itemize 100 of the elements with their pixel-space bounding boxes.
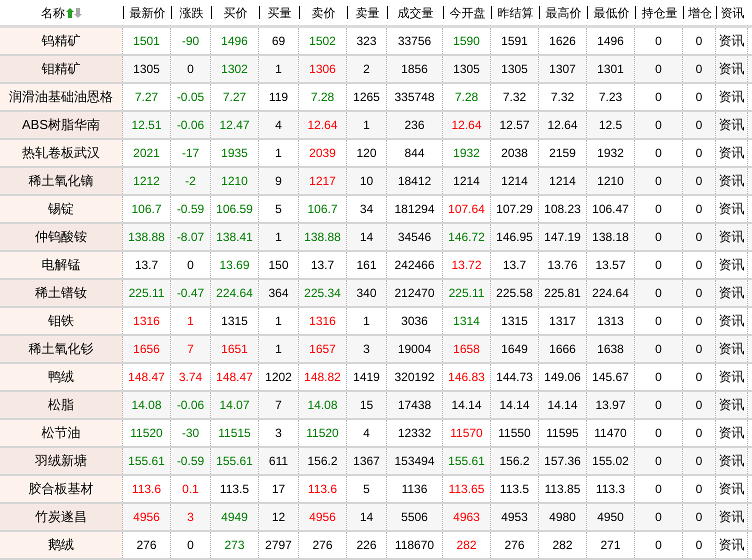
table-cell-text: 0 [696, 369, 702, 386]
table-cell-text: 226 [356, 537, 377, 554]
table-cell-text: 14.08 [307, 397, 338, 414]
table-cell-text: 1496 [597, 33, 624, 50]
news-link[interactable]: 资讯 [718, 171, 744, 191]
table-cell-text: 1214 [453, 173, 480, 190]
table-cell-text: 106.47 [592, 201, 629, 218]
table-cell-text: 0 [187, 61, 194, 78]
sort-arrows-icon[interactable] [66, 6, 82, 18]
column-header[interactable]: 最新价 [130, 6, 166, 18]
table-cell-text: 4956 [133, 509, 160, 526]
news-link[interactable]: 资讯 [718, 59, 744, 79]
table-cell-text: 1932 [453, 145, 480, 162]
column-header[interactable]: 卖量 [356, 6, 380, 18]
table-cell-text: 11515 [218, 425, 251, 442]
column-header[interactable]: 最高价 [546, 6, 582, 18]
table-cell-text: 119 [268, 89, 288, 106]
column-header[interactable]: 买量 [268, 6, 292, 18]
news-link[interactable]: 资讯 [718, 507, 744, 527]
table-cell-text: 3036 [401, 313, 428, 330]
news-link[interactable]: 资讯 [718, 255, 744, 275]
table-cell-text: 144.73 [496, 369, 533, 386]
table-cell-text: -0.06 [176, 117, 204, 134]
table-cell-text: 13.72 [451, 257, 482, 274]
news-link[interactable]: 资讯 [718, 199, 744, 219]
table-cell-text: 0 [655, 369, 662, 386]
news-link[interactable]: 资讯 [718, 339, 744, 359]
news-link[interactable]: 资讯 [718, 31, 744, 51]
table-cell-text: 11570 [450, 425, 483, 442]
table-cell-text: 11520 [130, 425, 163, 442]
column-header[interactable]: 最低价 [594, 6, 630, 18]
table-cell-text: 1316 [309, 313, 336, 330]
table-cell-text: 0 [187, 537, 194, 554]
table-cell-text: 10 [360, 173, 374, 190]
table-cell-text: -8.07 [176, 229, 204, 246]
table-cell-text: 0 [696, 145, 702, 162]
news-link[interactable]: 资讯 [718, 283, 744, 303]
table-cell-text: 0.1 [182, 481, 199, 498]
table-cell-text: 157.36 [544, 453, 581, 470]
news-link[interactable]: 资讯 [718, 87, 744, 107]
table-cell-text: 7.27 [134, 89, 158, 106]
column-header[interactable]: 今开盘 [450, 6, 486, 18]
table-cell-text: 1306 [309, 61, 336, 78]
news-link[interactable]: 资讯 [718, 311, 744, 331]
table-cell-text: -0.59 [176, 201, 204, 218]
table-cell-text: -90 [182, 33, 200, 50]
table-cell-text: 0 [655, 173, 662, 190]
table-cell-text: 0 [655, 313, 662, 330]
news-link[interactable]: 资讯 [718, 367, 744, 387]
table-cell-text: 0 [696, 61, 702, 78]
column-header[interactable]: 卖价 [312, 6, 336, 18]
table-cell-text: 14 [360, 229, 374, 246]
news-link[interactable]: 资讯 [718, 451, 744, 471]
column-header[interactable]: 持仓量 [642, 6, 678, 18]
news-link[interactable]: 资讯 [718, 227, 744, 247]
table-cell-text: 113.6 [308, 481, 338, 498]
table-cell-text: 161 [356, 257, 377, 274]
table-cell-text: 2797 [265, 537, 292, 554]
news-link[interactable]: 资讯 [718, 395, 744, 415]
news-link[interactable]: 资讯 [718, 479, 744, 499]
table-cell-text: 320192 [394, 369, 435, 386]
column-header[interactable]: 成交量 [398, 6, 434, 18]
table-cell-text: 340 [356, 285, 377, 302]
commodity-name: 仲钨酸铵 [35, 228, 87, 246]
news-link[interactable]: 资讯 [718, 143, 744, 163]
table-cell-text: 1367 [353, 453, 380, 470]
table-cell-text: 0 [655, 117, 662, 134]
table-cell-text: 4956 [309, 509, 336, 526]
table-cell-text: 138.88 [128, 229, 165, 246]
table-cell-text: -17 [182, 145, 200, 162]
table-cell-text: 155.02 [592, 453, 629, 470]
table-cell-text: 7.28 [454, 89, 478, 106]
news-link[interactable]: 资讯 [718, 115, 744, 135]
news-link[interactable]: 资讯 [718, 535, 744, 555]
table-cell-text: 611 [268, 453, 288, 470]
table-cell-text: 1496 [221, 33, 248, 50]
table-cell-text: 7 [275, 397, 282, 414]
table-cell-text: 1136 [402, 481, 428, 498]
column-header[interactable]: 昨结算 [498, 6, 534, 18]
table-cell-text: 2038 [501, 145, 528, 162]
column-header[interactable]: 资讯 [720, 6, 744, 18]
table-cell-text: 138.18 [592, 229, 629, 246]
table-cell-text: 69 [272, 33, 286, 50]
column-header[interactable]: 涨跌 [180, 6, 204, 18]
table-cell-text: 0 [655, 509, 662, 526]
table-cell-text: 4953 [501, 509, 528, 526]
column-header[interactable]: 名称 [41, 6, 65, 18]
table-cell-text: 145.67 [592, 369, 629, 386]
column-header[interactable]: 增仓 [688, 6, 712, 18]
table-cell-text: 242466 [394, 257, 435, 274]
news-link[interactable]: 资讯 [718, 423, 744, 443]
table-cell-text: 225.81 [544, 285, 581, 302]
table-cell-text: 1214 [549, 173, 576, 190]
table-cell-text: 5 [275, 201, 282, 218]
table-cell-text: 1314 [453, 313, 480, 330]
table-cell-text: 0 [696, 285, 702, 302]
table-cell-text: 1 [275, 229, 282, 246]
table-cell-text: 1 [275, 61, 282, 78]
column-header[interactable]: 买价 [224, 6, 248, 18]
table-cell-text: 1217 [309, 173, 336, 190]
